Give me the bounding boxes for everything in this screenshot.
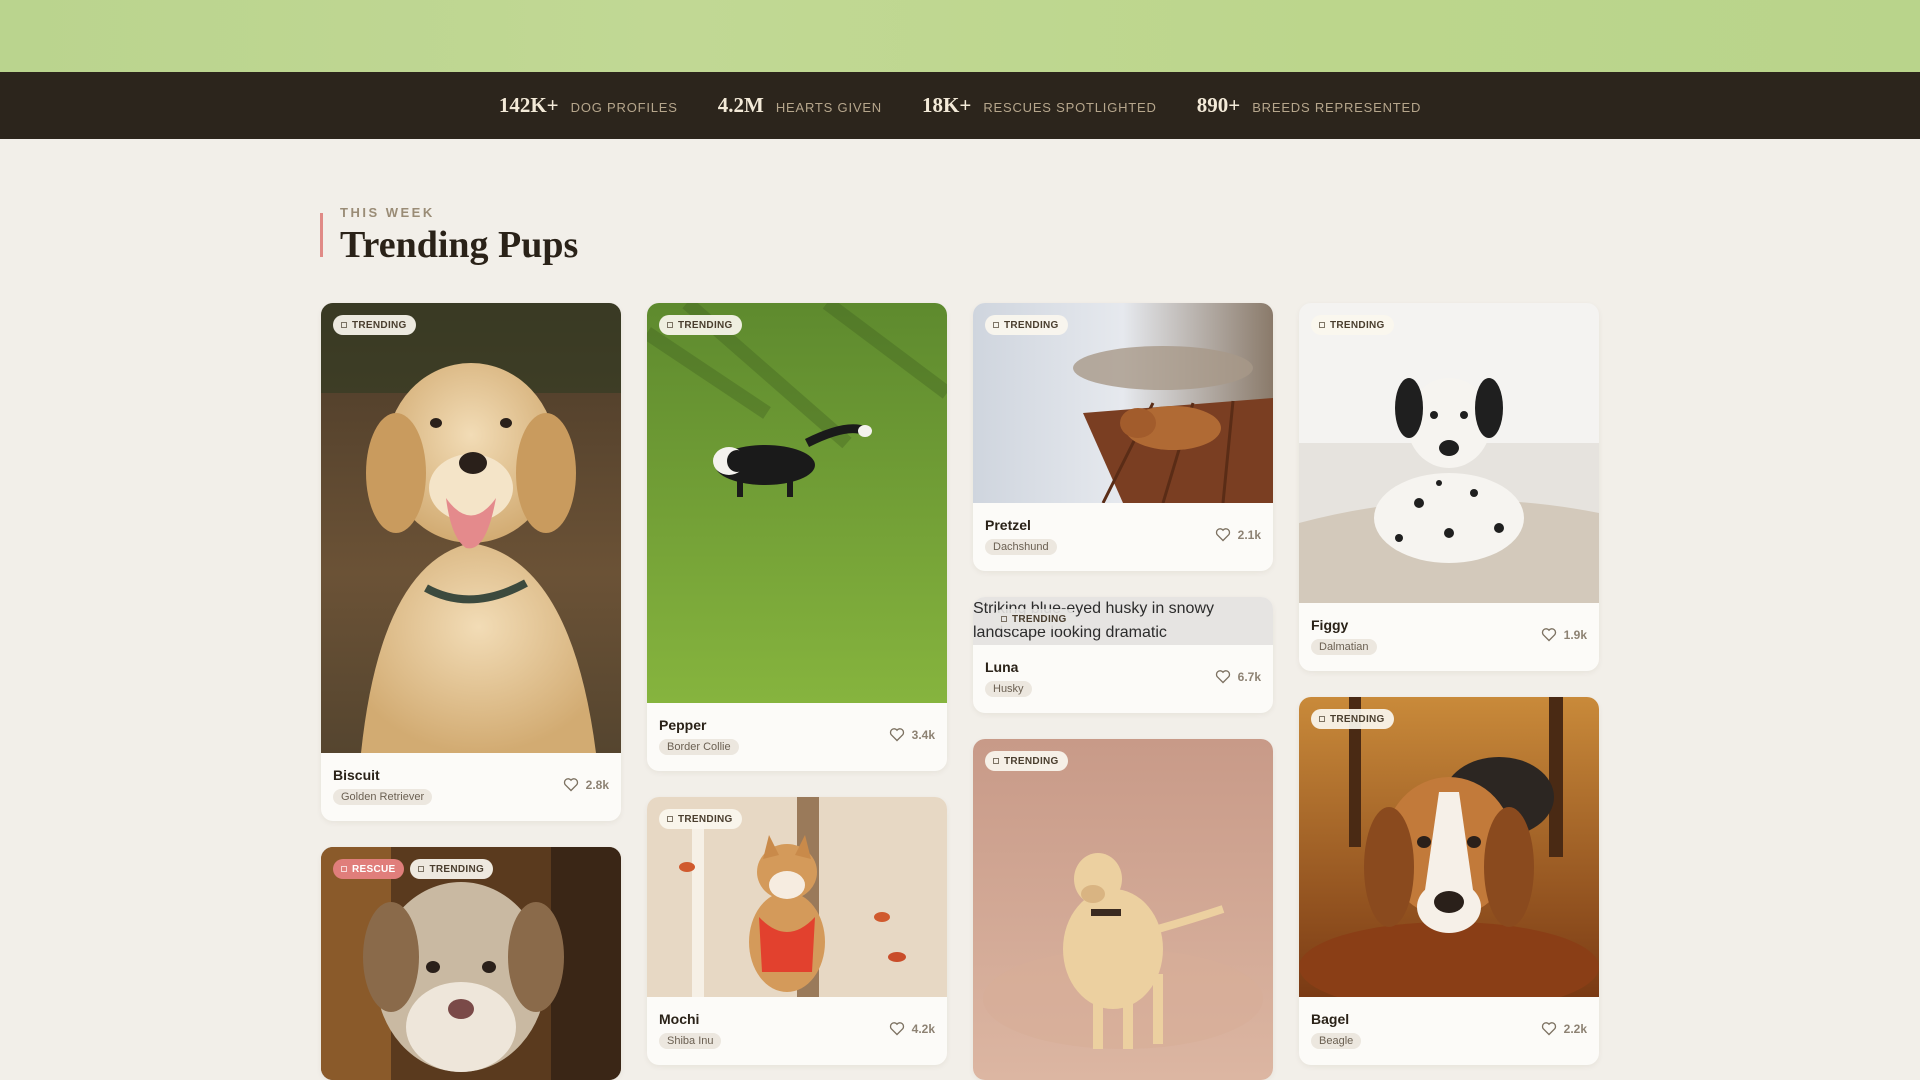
dog-photo[interactable]: TRENDING (321, 303, 621, 753)
stats-bar: 142K+ DOG PROFILES 4.2M HEARTS GIVEN 18K… (0, 72, 1920, 139)
dog-card-pretzel[interactable]: TRENDING Pretzel Dachshund 2.1k (973, 303, 1273, 571)
trending-badge: TRENDING (1311, 709, 1394, 729)
beagle-image (1299, 697, 1599, 997)
heart-icon (889, 1022, 904, 1036)
labrador-image (973, 739, 1273, 1080)
hero-banner (0, 0, 1920, 72)
dog-photo[interactable]: TRENDING (973, 739, 1273, 1080)
stat-rescues: 18K+ RESCUES SPOTLIGHTED (922, 93, 1157, 118)
rescue-icon (341, 866, 347, 872)
border-collie-image (647, 303, 947, 703)
trending-icon (993, 758, 999, 764)
like-button[interactable]: 2.1k (1215, 527, 1261, 542)
like-button[interactable]: 6.7k (1215, 669, 1261, 684)
trending-badge: TRENDING (659, 809, 742, 829)
like-count: 2.2k (1563, 1021, 1587, 1036)
heart-icon (1215, 528, 1230, 542)
trending-badge: TRENDING (659, 315, 742, 335)
trending-badge: TRENDING (985, 751, 1068, 771)
heart-icon (1215, 670, 1230, 684)
trending-icon (418, 866, 425, 872)
like-count: 2.8k (585, 777, 609, 792)
trending-icon (667, 816, 673, 822)
trending-badge: TRENDING (333, 315, 416, 335)
dog-photo[interactable]: TRENDING (1299, 697, 1599, 997)
like-button[interactable]: 3.4k (889, 727, 935, 742)
trending-icon (1319, 322, 1325, 328)
dog-card-biscuit[interactable]: TRENDING Biscuit Golden Retriever 2.8k (321, 303, 621, 821)
golden-retriever-image (321, 303, 621, 753)
trending-icon (1319, 716, 1325, 722)
dog-card-labrador[interactable]: TRENDING (973, 739, 1273, 1080)
like-count: 6.7k (1237, 669, 1261, 684)
breed-tag: Beagle (1311, 1033, 1362, 1049)
stat-value: 4.2M (717, 93, 764, 117)
trending-badge: TRENDING (410, 859, 494, 879)
stat-breeds: 890+ BREEDS REPRESENTED (1197, 93, 1421, 118)
heart-icon (889, 728, 904, 742)
like-button[interactable]: 2.2k (1541, 1021, 1587, 1036)
stat-label: HEARTS GIVEN (775, 100, 882, 115)
stat-hearts-given: 4.2M HEARTS GIVEN (718, 93, 882, 118)
breed-tag: Dachshund (985, 539, 1057, 555)
stat-dog-profiles: 142K+ DOG PROFILES (499, 93, 678, 118)
trending-badge: TRENDING (1311, 315, 1394, 335)
dog-photo[interactable]: TRENDING (647, 303, 947, 703)
accent-bar (320, 213, 323, 257)
section-eyebrow: THIS WEEK (340, 205, 435, 220)
dog-photo[interactable]: TRENDING (1299, 303, 1599, 603)
dog-card-mochi[interactable]: TRENDING Mochi Shiba Inu 4.2k (647, 797, 947, 1065)
breed-tag: Golden Retriever (333, 789, 433, 805)
trending-badge: TRENDING (993, 609, 1076, 629)
trending-icon (993, 322, 999, 328)
stat-label: RESCUES SPOTLIGHTED (983, 100, 1157, 115)
dog-card-pepper[interactable]: TRENDING Pepper Border Collie 3.4k (647, 303, 947, 771)
breed-tag: Dalmatian (1311, 639, 1377, 655)
heart-icon (563, 778, 578, 792)
section-title: Trending Pups (340, 224, 579, 266)
stat-value: 18K+ (922, 93, 972, 117)
like-count: 4.2k (911, 1021, 935, 1036)
trending-icon (667, 322, 673, 328)
rescue-badge: RESCUE (333, 859, 405, 879)
dog-photo[interactable]: TRENDING (647, 797, 947, 997)
breed-tag: Border Collie (659, 739, 739, 755)
stat-label: BREEDS REPRESENTED (1252, 100, 1422, 115)
breed-tag: Shiba Inu (659, 1033, 722, 1049)
like-button[interactable]: 2.8k (563, 777, 609, 792)
trending-badge: TRENDING (985, 315, 1068, 335)
dog-card-figgy[interactable]: TRENDING Figgy Dalmatian 1.9k (1299, 303, 1599, 671)
dog-photo[interactable]: TRENDING (973, 303, 1273, 503)
dog-card-luna[interactable]: Striking blue-eyed husky in snowy landsc… (973, 597, 1273, 713)
breed-tag: Husky (985, 681, 1032, 697)
like-count: 2.1k (1237, 527, 1261, 542)
heart-icon (1541, 628, 1556, 642)
dog-card-terrier[interactable]: RESCUE TRENDING (321, 847, 621, 1080)
heart-icon (1541, 1022, 1556, 1036)
trending-icon (1001, 616, 1007, 622)
dog-card-bagel[interactable]: TRENDING Bagel Beagle 2.2k (1299, 697, 1599, 1065)
like-button[interactable]: 1.9k (1541, 627, 1587, 642)
like-count: 1.9k (1563, 627, 1587, 642)
dog-photo[interactable]: RESCUE TRENDING (321, 847, 621, 1080)
like-button[interactable]: 4.2k (889, 1021, 935, 1036)
like-count: 3.4k (911, 727, 935, 742)
dalmatian-image (1299, 303, 1599, 603)
stat-value: 890+ (1196, 93, 1241, 117)
dog-photo-broken[interactable]: Striking blue-eyed husky in snowy landsc… (973, 597, 1273, 645)
terrier-image (321, 847, 621, 1080)
trending-icon (341, 322, 347, 328)
stat-value: 142K+ (498, 93, 559, 117)
stat-label: DOG PROFILES (570, 100, 678, 115)
